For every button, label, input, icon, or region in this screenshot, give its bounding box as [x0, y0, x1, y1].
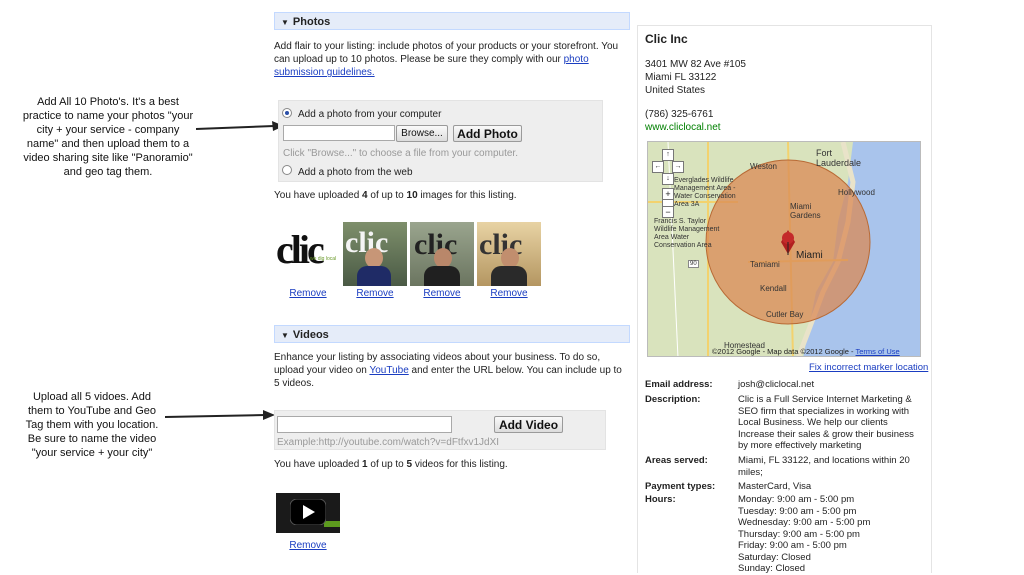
- photo-thumb-logo: clic we dig local: [276, 222, 340, 286]
- photos-annotation: Add All 10 Photo's. It's a best practice…: [22, 96, 194, 178]
- map-copyright: ©2012 Google - Map data ©2012 Google - T…: [712, 347, 900, 356]
- photo-thumb-1: clic: [343, 222, 407, 286]
- description-value: Clic is a Full Service Internet Marketin…: [738, 394, 914, 451]
- areas-served-label: Areas served:: [645, 455, 708, 466]
- email-value: josh@cliclocal.net: [738, 379, 815, 390]
- video-thumb: [276, 487, 340, 539]
- map-pan-left-icon[interactable]: ←: [652, 161, 664, 173]
- payment-types-label: Payment types:: [645, 481, 716, 492]
- videos-uploaded-count: You have uploaded 1 of up to 5 videos fo…: [274, 459, 508, 470]
- hours-list: Monday: 9:00 am - 5:00 pm Tuesday: 9:00 …: [738, 494, 870, 575]
- map-label-everglades: Everglades Wildlife Management Area - Wa…: [674, 177, 736, 208]
- radio-photo-from-web[interactable]: [282, 165, 292, 175]
- videos-intro: Enhance your listing by associating vide…: [274, 352, 622, 389]
- map-label-route-90: 90: [688, 260, 699, 268]
- photo-thumb-2: clic: [410, 222, 474, 286]
- hours-monday: Monday: 9:00 am - 5:00 pm: [738, 494, 855, 505]
- photos-section-header[interactable]: ▼ Photos: [274, 12, 630, 30]
- business-website[interactable]: www.cliclocal.net: [645, 121, 721, 134]
- browse-hint: Click "Browse..." to choose a file from …: [283, 148, 518, 159]
- map-label-hollywood: Hollywood: [838, 188, 875, 197]
- clic-logo: clic: [276, 227, 325, 272]
- business-map[interactable]: ↑ ← → ↓ + − Fort Lauderdale Weston Everg…: [647, 141, 921, 357]
- map-label-tamiami: Tamiami: [750, 260, 780, 269]
- hours-thursday: Thursday: 9:00 am - 5:00 pm: [738, 528, 860, 540]
- collapse-triangle-icon: ▼: [281, 331, 289, 340]
- hours-tuesday: Tuesday: 9:00 am - 5:00 pm: [738, 505, 857, 517]
- map-label-kendall: Kendall: [760, 284, 787, 293]
- map-terms-link[interactable]: Terms of Use: [856, 347, 900, 356]
- youtube-link[interactable]: YouTube: [369, 365, 408, 376]
- collapse-triangle-icon: ▼: [281, 18, 289, 27]
- videos-section-header[interactable]: ▼ Videos: [274, 325, 630, 343]
- radio-photo-from-computer[interactable]: [282, 108, 292, 118]
- add-video-button[interactable]: Add Video: [494, 416, 563, 433]
- business-phone: (786) 325-6761: [645, 109, 714, 120]
- remove-photo-link-1[interactable]: Remove: [276, 288, 340, 299]
- photo-thumb-3: clic: [477, 222, 541, 286]
- video-url-input[interactable]: [277, 416, 452, 433]
- option-computer-label: Add a photo from your computer: [298, 109, 442, 120]
- fix-marker-link[interactable]: Fix incorrect marker location: [809, 362, 928, 373]
- videos-arrow-icon: [165, 410, 275, 420]
- video-url-example: Example:http://youtube.com/watch?v=dFtfx…: [277, 437, 500, 448]
- email-label: Email address:: [645, 379, 713, 390]
- remove-photo-link-3[interactable]: Remove: [410, 288, 474, 299]
- map-label-cutler-bay: Cutler Bay: [766, 310, 804, 319]
- photos-uploaded-count: You have uploaded 4 of up to 10 images f…: [274, 190, 517, 201]
- photos-intro: Add flair to your listing: include photo…: [274, 41, 619, 78]
- option-web-label: Add a photo from the web: [298, 167, 413, 178]
- play-icon: [290, 499, 326, 525]
- payment-types-value: MasterCard, Visa: [738, 481, 812, 492]
- hours-label: Hours:: [645, 494, 676, 505]
- map-pan-up-icon[interactable]: ↑: [662, 149, 674, 161]
- map-label-francis: Francis S. Taylor Wildlife Management Ar…: [654, 218, 720, 249]
- business-name: Clic Inc: [645, 32, 688, 46]
- hours-friday: Friday: 9:00 am - 5:00 pm: [738, 540, 847, 551]
- map-pan-down-icon[interactable]: ↓: [662, 173, 674, 185]
- business-address-line1: 3401 MW 82 Ave #105: [645, 59, 746, 70]
- remove-photo-link-4[interactable]: Remove: [477, 288, 541, 299]
- videos-annotation: Upload all 5 vidoes. Add them to YouTube…: [25, 391, 159, 459]
- map-label-fort-lauderdale: Fort Lauderdale: [816, 148, 862, 168]
- photos-arrow-icon: [196, 121, 284, 131]
- map-label-miami-gardens: Miami Gardens: [790, 202, 821, 220]
- hours-saturday: Saturday: Closed: [738, 551, 811, 563]
- hours-wednesday: Wednesday: 9:00 am - 5:00 pm: [738, 517, 871, 528]
- description-label: Description:: [645, 394, 701, 405]
- browse-button[interactable]: Browse...: [396, 125, 448, 142]
- map-label-weston: Weston: [750, 162, 777, 171]
- photo-file-input[interactable]: [283, 125, 395, 141]
- map-zoom-out-icon[interactable]: −: [662, 206, 674, 218]
- add-photo-button[interactable]: Add Photo: [453, 125, 522, 142]
- remove-video-link[interactable]: Remove: [276, 540, 340, 551]
- business-address-line2: Miami FL 33122: [645, 72, 717, 83]
- map-label-miami: Miami: [796, 250, 823, 261]
- remove-photo-link-2[interactable]: Remove: [343, 288, 407, 299]
- map-pan-right-icon[interactable]: →: [672, 161, 684, 173]
- business-country: United States: [645, 85, 706, 96]
- areas-served-value: Miami, FL 33122, and locations within 20…: [738, 455, 910, 478]
